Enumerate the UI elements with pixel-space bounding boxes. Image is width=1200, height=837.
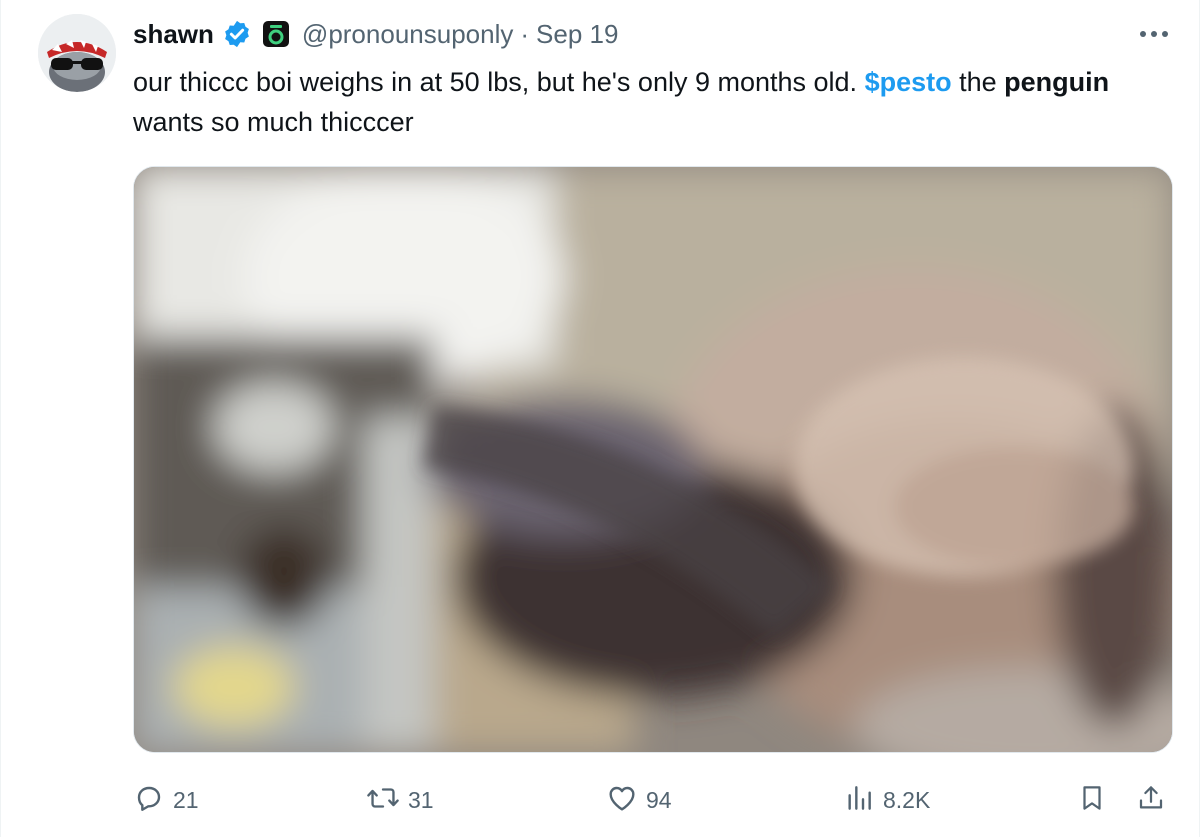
affiliate-badge-icon[interactable]	[262, 20, 290, 48]
avatar[interactable]	[38, 14, 116, 92]
share-icon	[1136, 782, 1166, 819]
views-icon	[843, 782, 875, 819]
repost-count: 31	[408, 786, 434, 813]
verified-icon[interactable]	[222, 19, 252, 49]
views-count: 8.2K	[883, 786, 931, 813]
views-button[interactable]: 8.2K	[843, 780, 930, 820]
author-name[interactable]: shawn	[133, 19, 214, 50]
like-count: 94	[646, 786, 672, 813]
bookmark-button[interactable]	[1077, 780, 1107, 820]
tweet-bold-word: penguin	[1004, 67, 1110, 97]
share-button[interactable]	[1136, 780, 1166, 820]
tweet-text-part2: the	[951, 67, 1005, 97]
more-icon[interactable]	[1138, 22, 1170, 46]
tweet-text: our thiccc boi weighs in at 50 lbs, but …	[133, 62, 1163, 142]
reply-button[interactable]: 21	[133, 780, 199, 820]
cashtag-link[interactable]: $pesto	[865, 67, 952, 97]
reply-count: 21	[173, 786, 199, 813]
author-handle[interactable]: @pronounsuponly	[302, 19, 513, 50]
repost-button[interactable]: 31	[366, 780, 434, 820]
like-icon	[606, 782, 638, 819]
separator-dot: ·	[520, 18, 530, 49]
bookmark-icon	[1077, 782, 1107, 819]
tweet-date[interactable]: Sep 19	[536, 19, 618, 50]
tweet-text-part1: our thiccc boi weighs in at 50 lbs, but …	[133, 67, 865, 97]
repost-icon	[366, 782, 400, 819]
reply-icon	[133, 782, 165, 819]
left-border	[0, 0, 1, 837]
like-button[interactable]: 94	[606, 780, 672, 820]
tweet-media[interactable]	[133, 166, 1173, 753]
tweet-text-part3: wants so much thicccer	[133, 107, 414, 137]
action-bar: 21 31 94 8.2K	[0, 780, 1200, 820]
tweet-header: shawn @pronounsuponly · Sep 19	[133, 18, 618, 50]
